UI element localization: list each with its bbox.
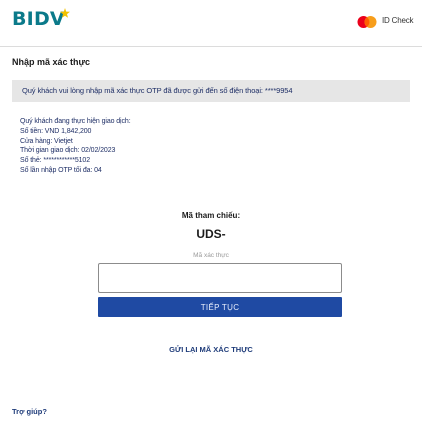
transaction-amount: Số tiền: VND 1,842,200 <box>20 127 92 135</box>
bidv-logo: BIDV <box>12 8 65 30</box>
reference-value: UDS- <box>196 227 226 241</box>
header: BIDV ID Check <box>0 0 422 46</box>
continue-button[interactable]: TIẾP TỤC <box>98 297 342 317</box>
header-divider <box>0 46 422 47</box>
otp-code-input[interactable] <box>98 263 342 293</box>
otp-info-box: Quý khách vui lòng nhập mã xác thực OTP … <box>12 80 410 102</box>
star-icon <box>60 8 70 18</box>
resend-code-link[interactable]: GỬI LẠI MÃ XÁC THỰC <box>0 345 422 354</box>
transaction-otp-attempts: Số lần nhập OTP tối đa: 04 <box>20 166 102 174</box>
page-title: Nhập mã xác thực <box>12 57 91 67</box>
transaction-intro: Quý khách đang thực hiện giao dịch: <box>20 118 131 125</box>
otp-code-label: Mã xác thực <box>193 252 229 259</box>
transaction-card-number: Số thẻ: ************5102 <box>20 157 90 165</box>
reference-label: Mã tham chiếu: <box>181 211 241 220</box>
transaction-time: Thời gian giao dịch: 02/02/2023 <box>20 147 116 155</box>
id-check-label: ID Check <box>382 16 414 25</box>
transaction-merchant: Cửa hàng: Vietjet <box>20 137 73 145</box>
mastercard-icon <box>357 16 377 28</box>
otp-instruction-text: Quý khách vui lòng nhập mã xác thực OTP … <box>22 86 293 95</box>
help-link[interactable]: Trợ giúp? <box>12 407 47 416</box>
transaction-details: Quý khách đang thực hiện giao dịch: Số t… <box>20 117 280 176</box>
